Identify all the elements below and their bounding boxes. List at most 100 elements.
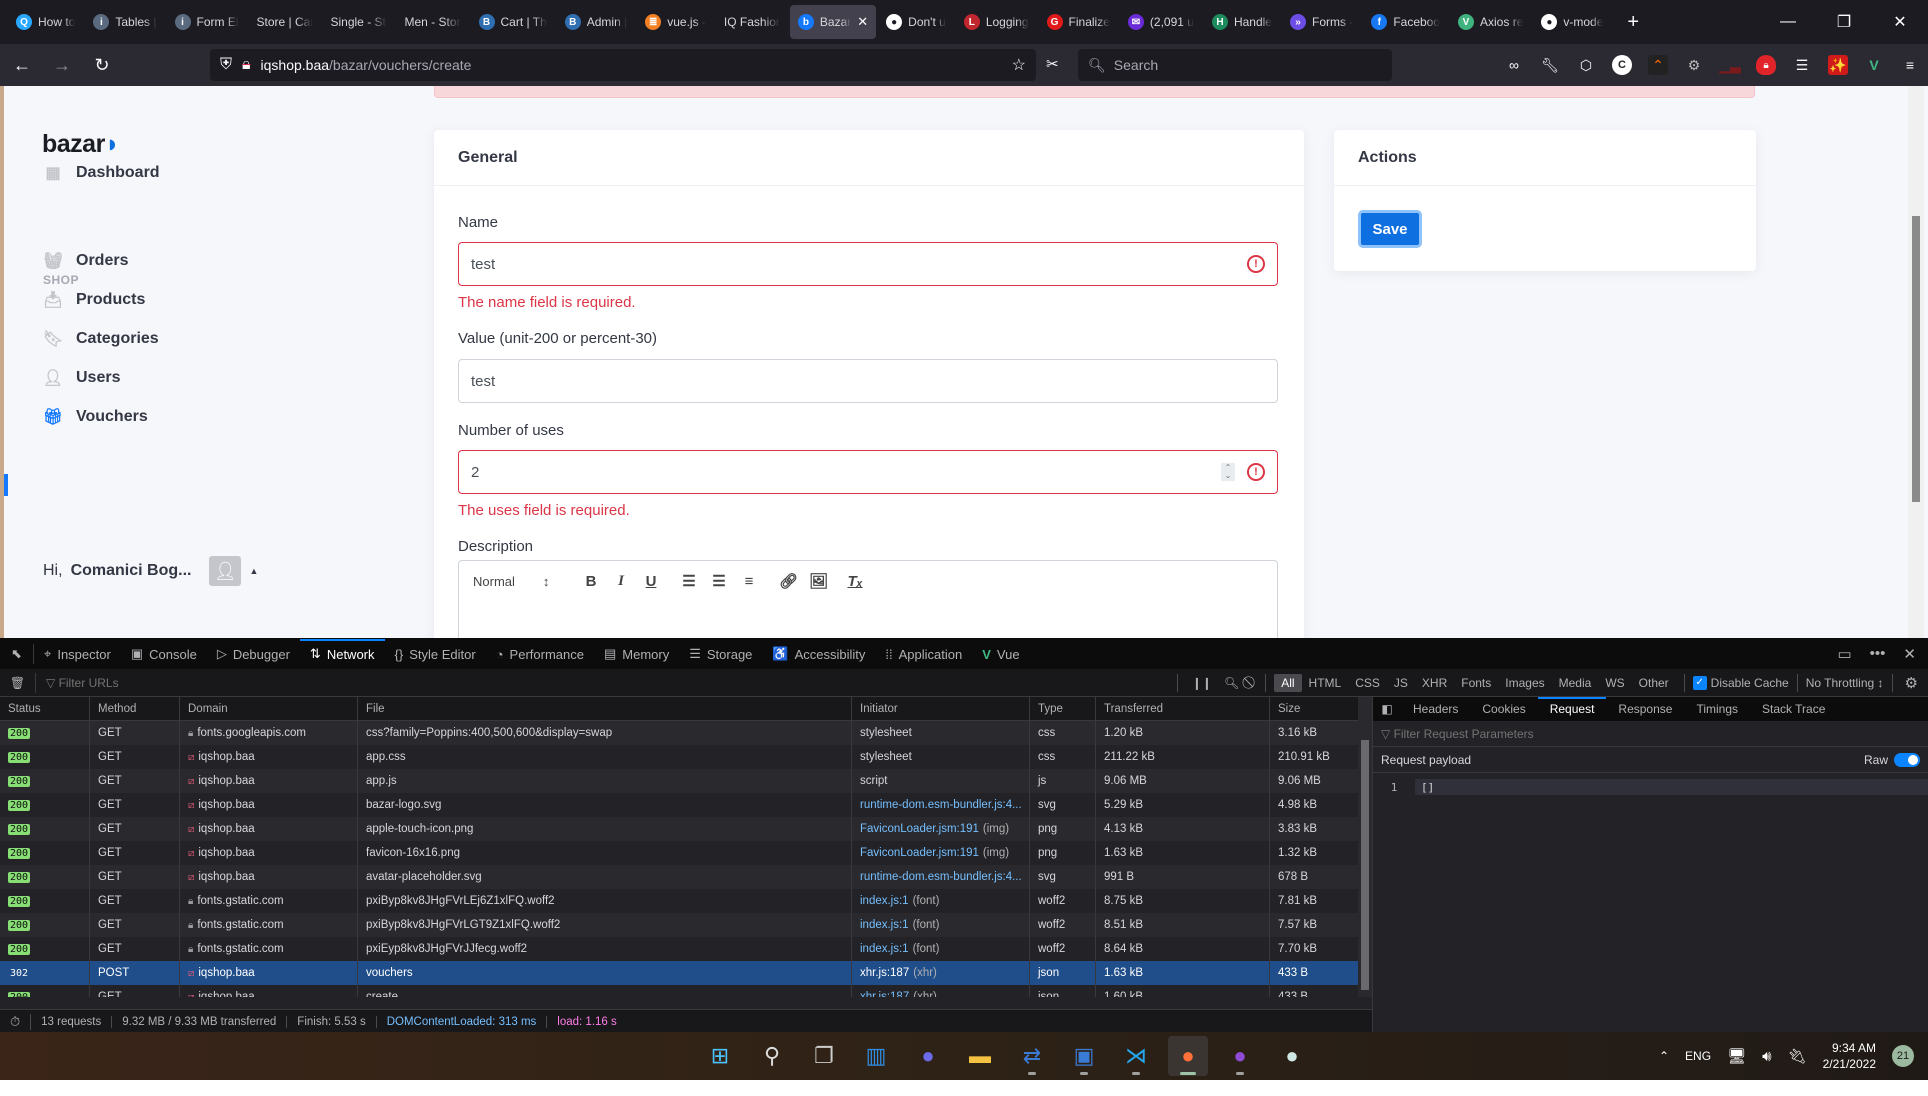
filter-xhr[interactable]: XHR	[1415, 674, 1454, 692]
table-row[interactable]: 302 POST ⧄ iqshop.baa vouchers xhr.js:187 (xhr…	[0, 961, 1372, 985]
filter-media[interactable]: Media	[1552, 674, 1599, 692]
grammarly-icon[interactable]: C	[1612, 55, 1632, 75]
block-icon[interactable]: ⃠	[1245, 675, 1257, 690]
stopwatch-icon[interactable]: ⏱	[0, 1013, 32, 1030]
initiator-link[interactable]: index.js:1	[860, 895, 909, 907]
column-header-size[interactable]: Size	[1270, 697, 1360, 720]
table-row[interactable]: 200 GET 🔒︎ fonts.googleapis.com css?family=P…	[0, 721, 1372, 745]
throttling-select[interactable]: No Throttling ↕	[1806, 676, 1884, 690]
column-header-domain[interactable]: Domain	[180, 697, 358, 720]
new-tab-button[interactable]: +	[1613, 11, 1653, 34]
url-text[interactable]: iqshop.baa/bazar/vouchers/create	[261, 57, 472, 73]
back-button[interactable]: ←	[4, 50, 40, 80]
filter-fonts[interactable]: Fonts	[1454, 674, 1498, 692]
underline-button[interactable]: U	[643, 573, 659, 590]
browser-tab[interactable]: G Finalize	[1039, 5, 1118, 39]
vue-devtools-icon[interactable]: V	[1864, 55, 1884, 75]
table-row[interactable]: 200 GET 🔒︎ fonts.gstatic.com pxiByp8kv8JHgFV…	[0, 913, 1372, 937]
gear-extension-icon[interactable]: ⚙	[1684, 55, 1704, 75]
insecure-lock-icon[interactable]: 🔒︎	[242, 56, 251, 74]
number-spinner[interactable]: ⌃ ⌄	[1221, 463, 1235, 481]
browser-tab[interactable]: ● v-mode	[1533, 5, 1611, 39]
dbeaver-icon[interactable]: ●	[1272, 1036, 1312, 1076]
sidebar-item-orders[interactable]: 🧺︎ Orders	[43, 252, 129, 270]
task-view-icon[interactable]: ❐	[804, 1036, 844, 1076]
extension-up-icon[interactable]: ⌃	[1648, 55, 1668, 75]
column-header-file[interactable]: File	[358, 697, 852, 720]
filter-all[interactable]: All	[1274, 673, 1302, 692]
initiator-link[interactable]: runtime-dom.esm-bundler.js:4...	[860, 871, 1022, 883]
screenshot-icon[interactable]: ✂	[1046, 55, 1059, 73]
devtools-tab-memory[interactable]: ▤ Memory	[594, 639, 679, 669]
magic-wand-icon[interactable]: ✨	[1828, 55, 1848, 75]
close-window-button[interactable]: ✕	[1872, 0, 1928, 44]
table-row[interactable]: 200 GET ⧄ iqshop.baa bazar-logo.svg runtime-d…	[0, 793, 1372, 817]
page-scrollbar-thumb[interactable]	[1912, 216, 1920, 502]
description-editor[interactable]: Normal ↕ B I U ☰ ☰ ≡ 🔗︎ 🖼︎ Tₓ	[458, 560, 1278, 638]
table-scrollbar-thumb[interactable]	[1361, 740, 1369, 990]
name-input[interactable]: test !	[458, 242, 1278, 286]
user-menu[interactable]: Hi, Comanici Bog... 👤︎ ▲	[43, 556, 258, 586]
align-icon[interactable]: ≡	[741, 573, 757, 590]
column-header-method[interactable]: Method	[90, 697, 180, 720]
devtools-tab-style-editor[interactable]: {} Style Editor	[385, 639, 486, 669]
file-explorer-icon[interactable]: ▬	[960, 1036, 1000, 1076]
table-scrollbar[interactable]	[1358, 697, 1372, 997]
tracking-shield-icon[interactable]: ⛨	[220, 56, 232, 74]
browser-tab[interactable]: ● Don't u	[878, 5, 954, 39]
table-row[interactable]: 200 GET ⧄ iqshop.baa favicon-16x16.png Favico…	[0, 841, 1372, 865]
uses-input[interactable]: 2 ⌃ ⌄ !	[458, 450, 1278, 494]
caret-up-icon[interactable]: ▲	[249, 566, 258, 576]
notepad-icon[interactable]: ☰	[1792, 55, 1812, 75]
browser-tab[interactable]: » Forms -	[1282, 5, 1361, 39]
show-hidden-icons-chevron[interactable]: ⌃	[1659, 1049, 1669, 1063]
browser-tab[interactable]: V Axios re	[1450, 5, 1531, 39]
format-select[interactable]: Normal ↕	[473, 574, 569, 589]
browser-tab[interactable]: b Bazar ✕	[789, 5, 877, 39]
table-row[interactable]: 200 GET ⧄ iqshop.baa avatar-placeholder.svg r…	[0, 865, 1372, 889]
bold-button[interactable]: B	[583, 573, 599, 590]
initiator-link[interactable]: FaviconLoader.jsm:191	[860, 823, 979, 835]
search-icon[interactable]: ⚲	[752, 1036, 792, 1076]
column-header-transferred[interactable]: Transferred	[1096, 697, 1270, 720]
devtools-tab-console[interactable]: ▣ Console	[121, 639, 207, 669]
devtools-tab-debugger[interactable]: ▷ Debugger	[207, 639, 300, 669]
windows-start-icon[interactable]: ⊞	[700, 1036, 740, 1076]
devtools-tab-inspector[interactable]: ⌖ Inspector	[34, 639, 121, 669]
initiator-link[interactable]: xhr.js:187	[860, 991, 909, 997]
browser-tab[interactable]: B Cart | Th	[471, 5, 555, 39]
toggle-sidebar-icon[interactable]: ◧	[1373, 702, 1401, 716]
link-icon[interactable]: 🔗︎	[779, 572, 798, 590]
browser-tab[interactable]: f Faceboo	[1363, 5, 1448, 39]
browser-tab[interactable]: IQ Fashion -	[716, 5, 788, 39]
devtools-tab-network[interactable]: ⇅ Network	[299, 639, 385, 669]
details-tab-cookies[interactable]: Cookies	[1470, 697, 1537, 721]
browser-tab[interactable]: H Handle	[1204, 5, 1280, 39]
pause-icon[interactable]: ❙❙	[1186, 676, 1218, 690]
sidebar-item-products[interactable]: 📥︎ Products	[43, 291, 146, 309]
menu-hamburger-icon[interactable]: ≡	[1900, 55, 1920, 75]
table-row[interactable]: 200 GET ⧄ iqshop.baa create xhr.js:187 (xhr) js…	[0, 985, 1372, 997]
details-tab-timings[interactable]: Timings	[1684, 697, 1750, 721]
reload-button[interactable]: ↻	[84, 50, 120, 80]
devtools-tab-application[interactable]: ⁞⁞ Application	[875, 639, 972, 669]
vscode-icon[interactable]: ⋊	[1116, 1036, 1156, 1076]
filter-ws[interactable]: WS	[1598, 674, 1631, 692]
forward-button[interactable]: →	[44, 50, 80, 80]
browser-tab[interactable]: i Tables |	[85, 5, 164, 39]
sidebar-item-users[interactable]: 👤︎ Users	[43, 369, 121, 387]
initiator-link[interactable]: xhr.js:187	[860, 967, 909, 979]
details-tab-headers[interactable]: Headers	[1401, 697, 1470, 721]
browser-tab[interactable]: Store | Canv	[249, 5, 321, 39]
remote-desktop-icon[interactable]: ▣	[1064, 1036, 1104, 1076]
sidebar-item-vouchers[interactable]: 🎁︎ Vouchers	[44, 408, 148, 426]
teams-chat-icon[interactable]: ●	[908, 1036, 948, 1076]
search-bar[interactable]: 🔍︎ Search	[1078, 49, 1392, 81]
table-row[interactable]: 200 GET ⧄ iqshop.baa app.css stylesheet css 211…	[0, 745, 1372, 769]
sidebar-item-dashboard[interactable]: ▦ Dashboard	[44, 164, 159, 182]
column-header-type[interactable]: Type	[1030, 697, 1096, 720]
initiator-link[interactable]: runtime-dom.esm-bundler.js:4...	[860, 799, 1022, 811]
element-picker-icon[interactable]: ⬉	[0, 644, 34, 664]
browser-tab[interactable]: Q How to	[8, 5, 83, 39]
initiator-link[interactable]: index.js:1	[860, 943, 909, 955]
